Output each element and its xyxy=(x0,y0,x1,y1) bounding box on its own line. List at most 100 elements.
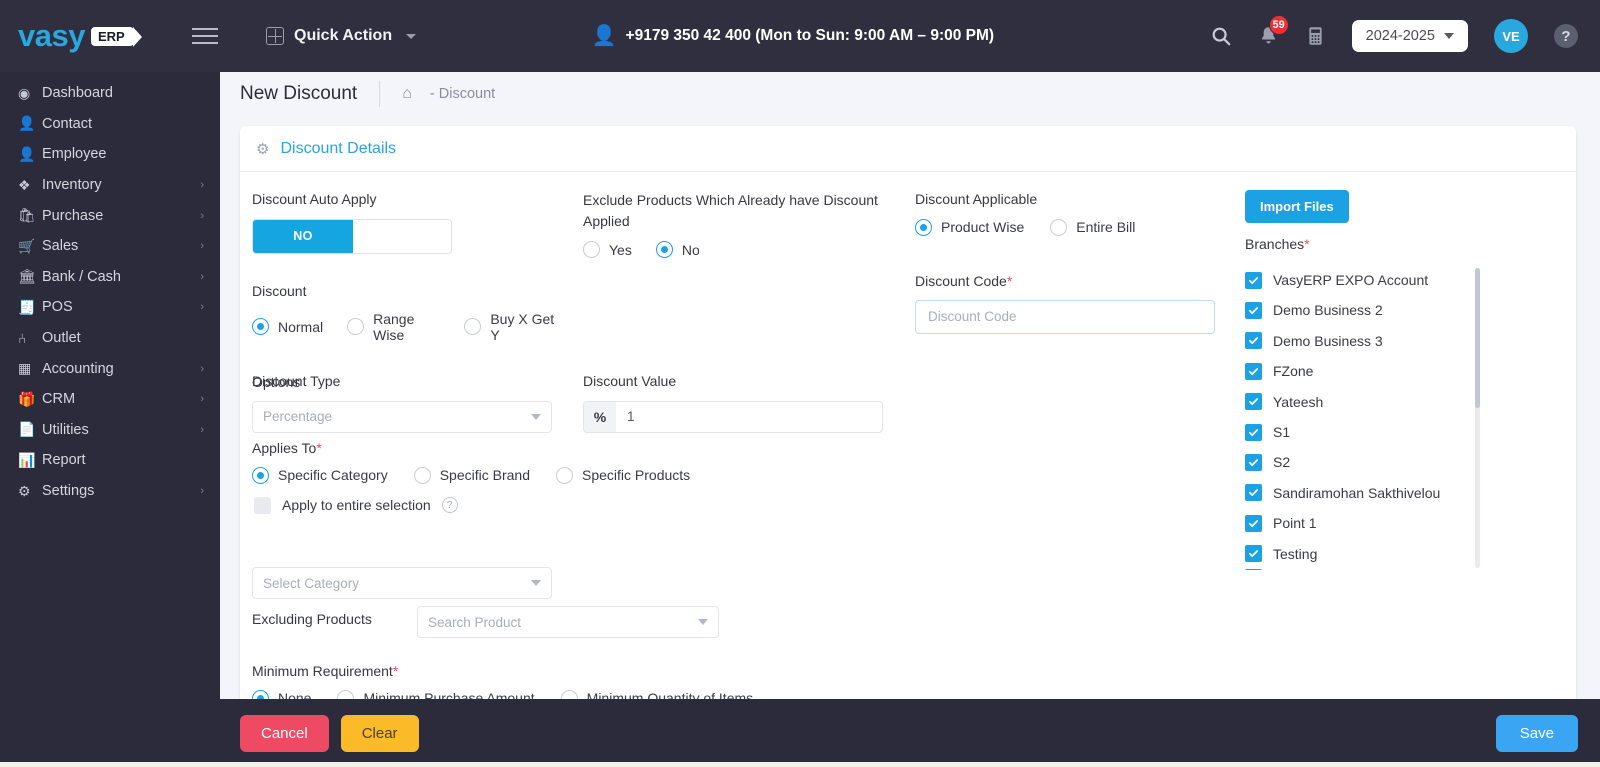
radio-button[interactable] xyxy=(252,318,269,336)
radio-specific-brand[interactable]: Specific Brand xyxy=(413,466,530,484)
calculator-icon[interactable] xyxy=(1305,25,1326,47)
discount-value-input[interactable]: % 1 xyxy=(583,400,883,433)
radio-button[interactable] xyxy=(347,318,365,336)
clear-button[interactable]: Clear xyxy=(340,714,419,752)
branches-scrollbar[interactable] xyxy=(1475,267,1480,568)
radio-specific-products[interactable]: Specific Products xyxy=(556,466,690,484)
branch-item[interactable]: S2 xyxy=(1245,447,1480,477)
sidebar-item-sales[interactable]: 🛒 Sales › xyxy=(0,231,220,262)
required-asterisk: * xyxy=(1006,272,1013,289)
branch-item[interactable]: Demo Business 3 xyxy=(1245,326,1480,356)
radio-buy-x-get-y[interactable]: Buy X Get Y xyxy=(464,311,558,343)
sidebar-item-inventory[interactable]: ❖ Inventory › xyxy=(0,170,220,201)
radio-button[interactable] xyxy=(464,318,482,336)
branch-item[interactable]: VasyERP EXPO Account xyxy=(1245,265,1480,295)
sidebar-item-accounting[interactable]: ▦ Accounting › xyxy=(0,353,220,384)
sidebar-item-report[interactable]: 📊 Report xyxy=(0,445,220,476)
checkbox-checked-icon[interactable] xyxy=(1245,271,1262,289)
required-asterisk: * xyxy=(392,663,399,679)
apply-entire-checkbox[interactable] xyxy=(254,496,271,514)
user-avatar[interactable]: VE xyxy=(1494,19,1528,53)
help-icon[interactable]: ? xyxy=(1554,24,1578,48)
radio-button[interactable] xyxy=(583,241,600,258)
sidebar-item-settings[interactable]: ⚙ Settings › xyxy=(0,476,220,507)
branch-item[interactable]: FZone xyxy=(1245,356,1480,386)
radio-button[interactable] xyxy=(915,218,932,236)
question-mark-icon[interactable]: ? xyxy=(441,497,458,514)
radio-entire-bill[interactable]: Entire Bill xyxy=(1050,218,1135,236)
radio-button[interactable] xyxy=(556,466,573,484)
discount-code-input[interactable]: Discount Code xyxy=(915,299,1215,334)
branch-item[interactable]: Sandiramohan Sakthivelou xyxy=(1245,478,1480,508)
radio-button[interactable] xyxy=(655,241,673,258)
discount-code-placeholder: Discount Code xyxy=(928,309,1017,325)
fiscal-year-select[interactable]: 2024-2025 xyxy=(1351,20,1468,52)
notifications-bell-icon[interactable]: 59 xyxy=(1258,15,1289,47)
app-logo[interactable]: vasy ERP xyxy=(0,18,170,54)
checkbox-checked-icon[interactable] xyxy=(1245,453,1262,471)
sidebar-item-bank-cash[interactable]: 🏛 Bank / Cash › xyxy=(0,262,220,293)
apply-entire-selection-row[interactable]: Apply to entire selection ? xyxy=(254,496,872,514)
radio-product-wise[interactable]: Product Wise xyxy=(915,218,1024,236)
sidebar-item-contact[interactable]: 👤 Contact xyxy=(0,109,220,140)
sidebar-item-label: CRM xyxy=(42,391,76,408)
checkbox-checked-icon[interactable] xyxy=(1245,423,1262,441)
radio-range-wise[interactable]: Range Wise xyxy=(347,311,440,343)
sidebar-item-label: Employee xyxy=(42,146,107,163)
branch-label: Demo Business 2 xyxy=(1273,302,1383,319)
sidebar-item-utilities[interactable]: 📄 Utilities › xyxy=(0,415,220,446)
discount-type-value: Percentage xyxy=(263,409,333,425)
checkbox-checked-icon[interactable] xyxy=(1245,332,1262,350)
select-category-dropdown[interactable]: Select Category xyxy=(252,567,552,599)
branches-checkbox-list[interactable]: VasyERP EXPO Account Demo Business 2 Demo … xyxy=(1245,265,1480,570)
branch-item[interactable]: Point 1 xyxy=(1245,508,1480,538)
radio-yes[interactable]: Yes xyxy=(583,241,632,258)
radio-no[interactable]: No xyxy=(655,241,700,258)
radio-button[interactable] xyxy=(413,466,431,484)
chevron-right-icon: › xyxy=(200,485,204,498)
branches-scrollbar-thumb[interactable] xyxy=(1475,267,1480,408)
action-bar: Cancel Clear Save xyxy=(220,699,1600,767)
save-button[interactable]: Save xyxy=(1495,714,1578,752)
applies-to-text: Applies To xyxy=(252,440,317,456)
radio-normal[interactable]: Normal xyxy=(252,318,323,336)
search-product-dropdown[interactable]: Search Product xyxy=(417,606,719,638)
sidebar-item-label: Inventory xyxy=(42,177,102,194)
import-files-button[interactable]: Import Files xyxy=(1245,190,1349,223)
checkbox-checked-icon[interactable] xyxy=(1245,362,1262,380)
branch-item[interactable]: S1 xyxy=(1245,417,1480,447)
cancel-button[interactable]: Cancel xyxy=(240,714,329,752)
branch-item-partial[interactable] xyxy=(1245,568,1480,570)
sidebar-item-dashboard[interactable]: ◉ Dashboard xyxy=(0,78,220,109)
sidebar-nav: ◉ Dashboard 👤 Contact 👤 Employee ❖ Inventory › 🛍 P… xyxy=(0,72,220,767)
discount-applicable-label: Discount Applicable xyxy=(915,191,1038,207)
checkbox-checked-icon[interactable] xyxy=(1245,514,1262,532)
sidebar-item-purchase[interactable]: 🛍 Purchase › xyxy=(0,200,220,231)
search-icon[interactable] xyxy=(1210,25,1232,47)
sidebar-item-employee[interactable]: 👤 Employee xyxy=(0,139,220,170)
branch-item[interactable]: Testing xyxy=(1245,538,1480,568)
chevron-right-icon: › xyxy=(200,270,204,283)
checkbox-checked-icon[interactable] xyxy=(1245,393,1262,411)
checkbox-checked-icon[interactable] xyxy=(1245,545,1262,563)
radio-button[interactable] xyxy=(252,466,269,484)
branch-item[interactable]: Yateesh xyxy=(1245,386,1480,416)
branch-label: VasyERP EXPO Account xyxy=(1273,272,1429,289)
home-icon[interactable]: ⌂ xyxy=(380,85,430,103)
radio-specific-category[interactable]: Specific Category xyxy=(252,466,388,484)
checkbox-checked-icon[interactable] xyxy=(1245,568,1262,570)
menu-toggle-icon[interactable] xyxy=(192,28,218,44)
sidebar-item-crm[interactable]: 🎁 CRM › xyxy=(0,384,220,415)
discount-value-group: Discount Value % 1 xyxy=(583,372,883,433)
branch-item[interactable]: Demo Business 2 xyxy=(1245,295,1480,325)
chevron-down-icon xyxy=(531,413,541,420)
checkbox-checked-icon[interactable] xyxy=(1245,484,1262,502)
accounting-icon: ▦ xyxy=(18,360,32,377)
branch-label: Testing xyxy=(1273,545,1318,562)
sidebar-item-pos[interactable]: 🧾 POS › xyxy=(0,292,220,323)
radio-button[interactable] xyxy=(1050,218,1068,236)
auto-apply-toggle[interactable]: NO xyxy=(252,218,452,254)
checkbox-checked-icon[interactable] xyxy=(1245,301,1262,319)
discount-type-select[interactable]: Percentage xyxy=(252,400,552,433)
sidebar-item-outlet[interactable]: ⑃ Outlet xyxy=(0,323,220,354)
